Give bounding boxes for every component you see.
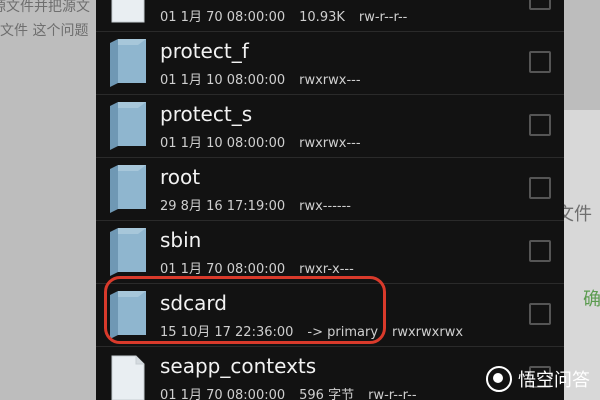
folder-icon [110, 228, 146, 276]
background-confirm-text: 确 [583, 289, 600, 310]
watermark-text: 悟空问答 [518, 370, 590, 391]
list-item-meta: 01 1月 70 08:00:00 10.93K rw-r--r-- [160, 10, 408, 25]
list-item-meta: 01 1月 70 08:00:00 rwxr-x--- [160, 262, 354, 277]
wukong-logo-icon [486, 366, 512, 392]
background-text-2: 文件 这个问题 [0, 23, 89, 39]
folder-icon [110, 102, 146, 150]
folder-icon [110, 165, 146, 213]
select-checkbox[interactable] [529, 51, 551, 73]
list-item-meta: 01 1月 10 08:00:00 rwxrwx--- [160, 73, 361, 88]
select-checkbox[interactable] [529, 240, 551, 262]
list-item-name: protect_s [160, 102, 253, 126]
select-checkbox[interactable] [529, 114, 551, 136]
list-item-protect-s[interactable]: protect_s 01 1月 10 08:00:00 rwxrwx--- [96, 94, 564, 158]
file-icon [111, 355, 145, 400]
list-item-root[interactable]: root 29 8月 16 17:19:00 rwx------ [96, 157, 564, 221]
select-checkbox[interactable] [529, 0, 551, 10]
list-item-meta: 01 1月 10 08:00:00 rwxrwx--- [160, 136, 361, 151]
file-icon [111, 0, 145, 23]
list-item-sbin[interactable]: sbin 01 1月 70 08:00:00 rwxr-x--- [96, 220, 564, 284]
select-checkbox[interactable] [529, 303, 551, 325]
highlight-annotation [104, 276, 386, 344]
list-item-protect-f[interactable]: protect_f 01 1月 10 08:00:00 rwxrwx--- [96, 31, 564, 95]
background-text-1: 源文件并把源文 [0, 0, 90, 15]
folder-icon [110, 39, 146, 87]
list-item-name: seapp_contexts [160, 354, 317, 378]
select-checkbox[interactable] [529, 177, 551, 199]
list-item-name: protect_f [160, 39, 249, 63]
list-item-file[interactable]: 01 1月 70 08:00:00 10.93K rw-r--r-- [96, 0, 564, 32]
list-item-meta: 29 8月 16 17:19:00 rwx------ [160, 199, 351, 214]
list-item-name: sbin [160, 228, 202, 252]
watermark: 悟空问答 [486, 366, 590, 392]
list-item-meta: 01 1月 70 08:00:00 596 字节 rw-r--r-- [160, 388, 417, 400]
list-item-name: root [160, 165, 201, 189]
